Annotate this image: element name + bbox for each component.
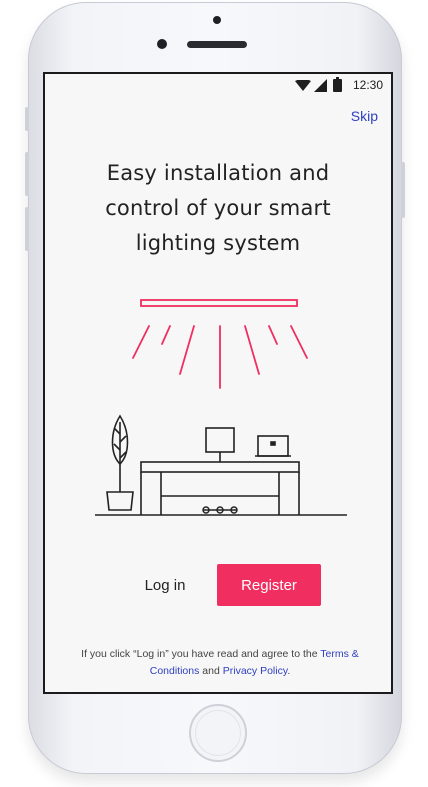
status-time: 12:30 xyxy=(352,78,383,92)
legal-middle: and xyxy=(199,665,223,677)
title-line: lighting system xyxy=(135,231,301,255)
legal-notice: If you click “Log in” you have read and … xyxy=(57,646,383,680)
light-rays xyxy=(132,325,308,389)
onboarding-title: Easy installation and control of your sm… xyxy=(45,156,391,261)
register-button[interactable]: Register xyxy=(217,564,321,606)
skip-button[interactable]: Skip xyxy=(351,108,378,124)
home-button-ring xyxy=(195,710,241,756)
title-line: control of your smart xyxy=(105,196,331,220)
volume-down-button xyxy=(25,207,29,251)
battery-icon xyxy=(333,77,342,92)
app-screen: 12:30 Skip Easy installation and control… xyxy=(43,72,393,694)
front-camera xyxy=(157,39,167,49)
volume-up-button xyxy=(25,152,29,196)
plant xyxy=(106,414,134,511)
earpiece-speaker xyxy=(187,41,247,48)
home-button[interactable] xyxy=(189,704,247,762)
legal-suffix: . xyxy=(287,665,291,677)
chair-base xyxy=(202,506,238,514)
status-bar: 12:30 xyxy=(45,74,391,96)
ceiling-light xyxy=(140,299,298,307)
silent-switch xyxy=(25,107,29,131)
wifi-icon xyxy=(295,80,311,91)
laptop xyxy=(255,435,291,457)
power-button xyxy=(401,162,405,218)
smart-lighting-illustration xyxy=(95,299,347,516)
login-button[interactable]: Log in xyxy=(123,564,207,606)
privacy-policy-link[interactable]: Privacy Policy xyxy=(223,665,288,677)
title-line: Easy installation and xyxy=(106,161,330,185)
signal-icon xyxy=(314,79,327,92)
sensor-dot xyxy=(213,16,221,24)
monitor xyxy=(205,427,235,462)
legal-prefix: If you click “Log in” you have read and … xyxy=(81,648,321,660)
